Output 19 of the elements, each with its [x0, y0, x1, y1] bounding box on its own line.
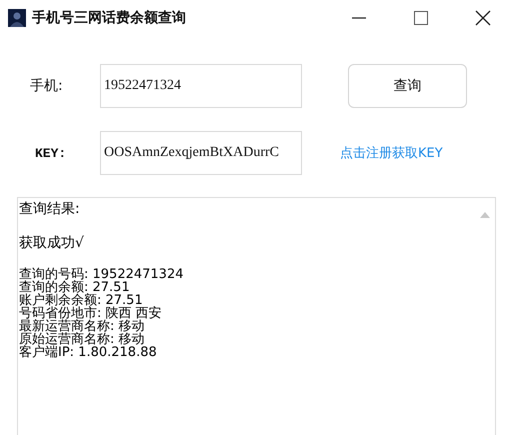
- result-line: 账户剩余余额: 27.51: [19, 294, 143, 307]
- result-heading: 查询结果:: [19, 200, 81, 218]
- maximize-icon[interactable]: [413, 10, 429, 26]
- query-button[interactable]: 查询: [348, 64, 467, 108]
- result-line: 查询的余额: 27.51: [19, 281, 130, 294]
- app-icon: [8, 9, 26, 27]
- key-label: KEY:: [34, 146, 68, 160]
- result-line: 客户端IP: 1.80.218.88: [19, 346, 158, 359]
- close-icon[interactable]: [475, 10, 491, 26]
- window-title: 手机号三网话费余额查询: [32, 9, 186, 27]
- result-line: 原始运营商名称: 移动: [19, 333, 145, 346]
- key-field[interactable]: OOSAmnZexqjemBtXADurrC: [100, 131, 302, 175]
- phone-label: 手机:: [29, 77, 64, 95]
- register-link[interactable]: 点击注册获取KEY: [340, 144, 443, 162]
- phone-field[interactable]: 19522471324: [100, 64, 302, 108]
- result-status: 获取成功√: [19, 234, 85, 252]
- result-line: 最新运营商名称: 移动: [19, 320, 146, 333]
- result-line: 查询的号码: 19522471324: [19, 268, 184, 281]
- result-line: 号码省份地市: 陕西 西安: [19, 307, 163, 320]
